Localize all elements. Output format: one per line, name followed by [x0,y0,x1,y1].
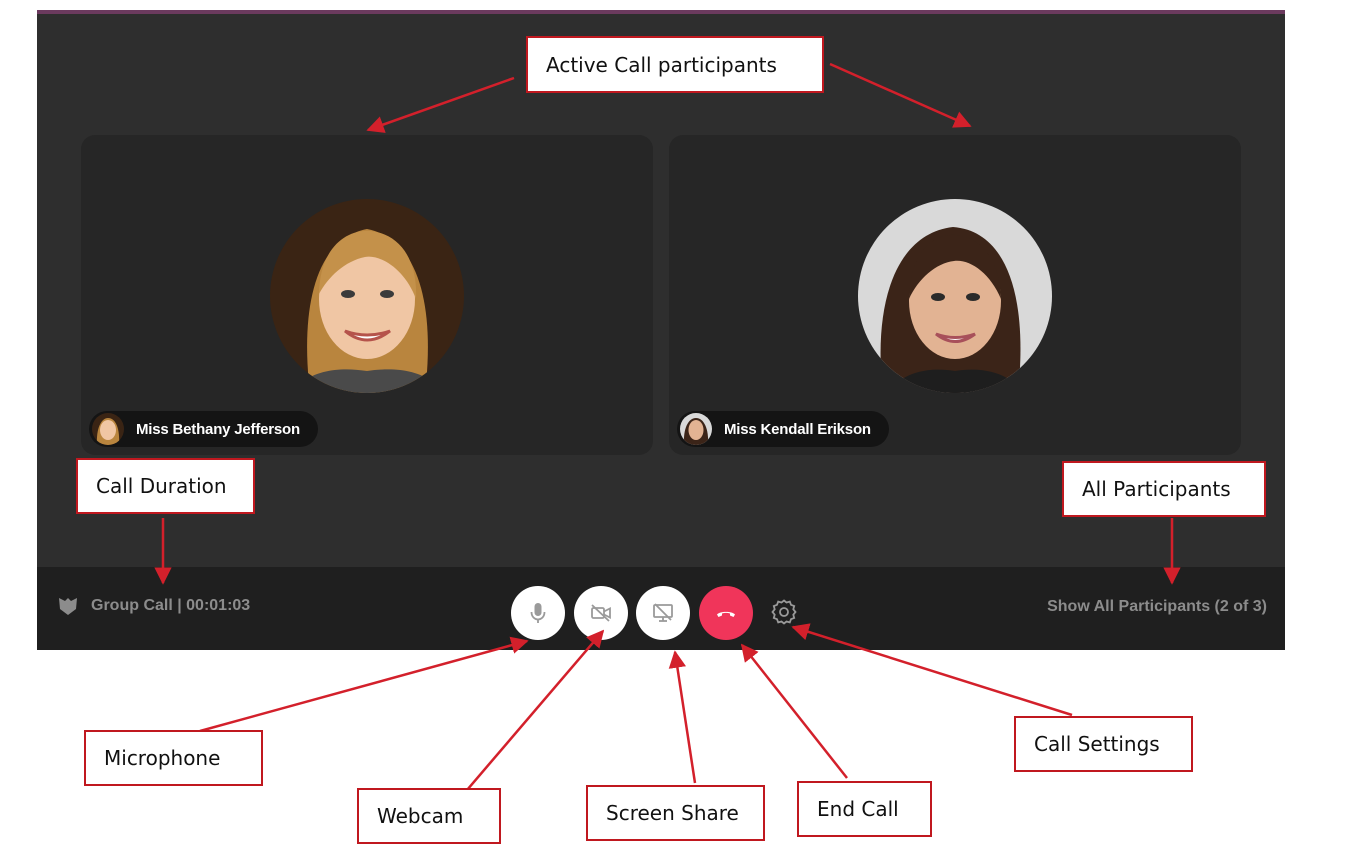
participant-name-pill: Miss Bethany Jefferson [89,411,318,447]
webcam-off-icon [591,604,611,622]
callout-call-duration: Call Duration [76,458,255,514]
callout-active-participants: Active Call participants [526,36,824,93]
screen-share-button[interactable] [636,586,690,640]
shield-group-icon [59,598,77,615]
arrow-webcam [466,629,605,791]
microphone-icon [530,603,546,623]
callout-all-participants: All Participants [1062,461,1266,517]
arrow-screen-share [668,650,697,784]
participant-mini-avatar [680,413,712,445]
call-window: Miss Bethany Jefferson Miss Kendall Erik… [37,10,1285,650]
participant-mini-avatar [92,413,124,445]
webcam-button[interactable] [574,586,628,640]
arrow-microphone [199,636,529,733]
callout-webcam: Webcam [357,788,501,844]
end-call-button[interactable] [699,586,753,640]
participant-name-pill: Miss Kendall Erikson [677,411,889,447]
call-control-bar: Group Call | 00:01:03 Show All Participa… [37,567,1285,650]
callout-end-call: End Call [797,781,932,837]
call-info: Group Call | 00:01:03 [57,595,250,617]
participant-tile[interactable]: Miss Kendall Erikson [669,135,1241,455]
screen-share-off-icon [653,603,673,622]
callout-screen-share: Screen Share [586,785,765,841]
participant-name: Miss Bethany Jefferson [136,420,300,438]
participant-tile[interactable]: Miss Bethany Jefferson [81,135,653,455]
participant-avatar [270,199,464,393]
call-settings-button[interactable] [770,598,798,626]
hang-up-icon [717,611,735,617]
arrow-end-call [740,643,848,779]
gear-icon [771,599,797,625]
callout-call-settings: Call Settings [1014,716,1193,772]
microphone-button[interactable] [511,586,565,640]
participant-name: Miss Kendall Erikson [724,420,871,438]
show-all-participants-link[interactable]: Show All Participants (2 of 3) [1047,598,1267,616]
callout-microphone: Microphone [84,730,263,786]
call-duration: Group Call | 00:01:03 [91,597,251,614]
participant-avatar [858,199,1052,393]
